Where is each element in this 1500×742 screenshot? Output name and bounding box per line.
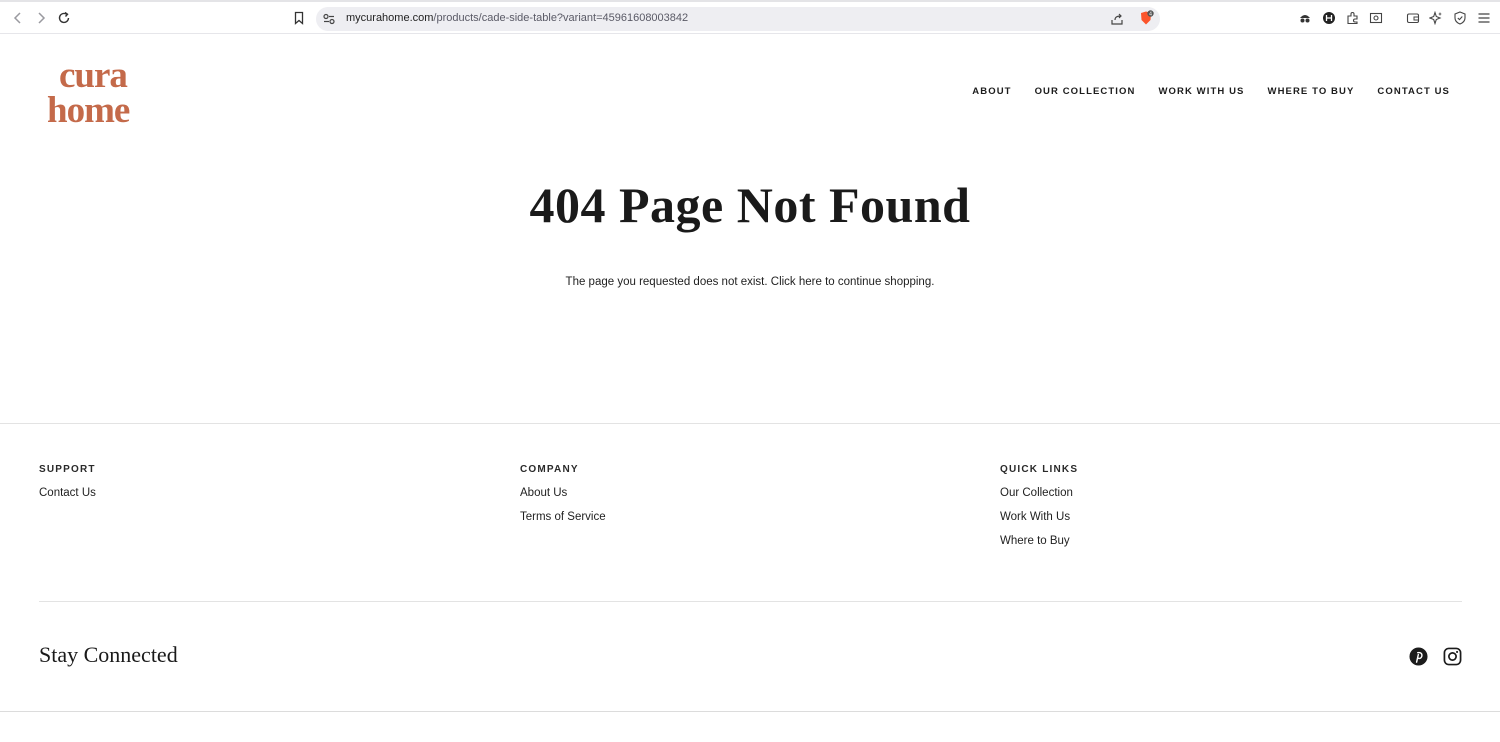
- footer-col-company: COMPANY About Us Terms of Service: [520, 464, 606, 535]
- site-settings-icon[interactable]: [322, 12, 336, 26]
- footer-col-support: SUPPORT Contact Us: [39, 464, 96, 511]
- url-text[interactable]: mycurahome.com/products/cade-side-table?…: [346, 12, 688, 24]
- nav-work-with-us[interactable]: WORK WITH US: [1158, 86, 1244, 97]
- footer-link-about-us[interactable]: About Us: [520, 487, 606, 499]
- error-message[interactable]: The page you requested does not exist. C…: [0, 276, 1500, 288]
- reload-icon[interactable]: [56, 10, 72, 26]
- extensions-icon[interactable]: [1346, 11, 1360, 25]
- footer-link-contact-us[interactable]: Contact Us: [39, 487, 96, 499]
- footer-link-terms[interactable]: Terms of Service: [520, 511, 606, 523]
- nav-where-to-buy[interactable]: WHERE TO BUY: [1268, 86, 1355, 97]
- footer-rule: [39, 601, 1462, 602]
- url-path: /products/cade-side-table?variant=459616…: [433, 12, 689, 24]
- svg-text:home: home: [47, 90, 130, 130]
- url-host: mycurahome.com: [346, 12, 434, 24]
- nav-contact-us[interactable]: CONTACT US: [1377, 86, 1450, 97]
- shields-badge: 4: [1149, 11, 1152, 17]
- footer-col-quick-links: QUICK LINKS Our Collection Work With Us …: [1000, 464, 1078, 559]
- bottom-divider: [0, 711, 1500, 712]
- pinterest-icon[interactable]: [1409, 647, 1428, 666]
- private-window-icon[interactable]: [1298, 11, 1312, 25]
- footer-heading: QUICK LINKS: [1000, 464, 1079, 475]
- footer-heading: COMPANY: [520, 464, 579, 475]
- footer-link-where-to-buy[interactable]: Where to Buy: [1000, 535, 1078, 547]
- bookmark-icon[interactable]: [291, 10, 307, 26]
- page-title: 404 Page Not Found: [529, 177, 971, 233]
- stay-connected-heading: Stay Connected: [39, 642, 178, 667]
- cura-home-logo[interactable]: cura home: [47, 52, 159, 131]
- main-nav: ABOUT OUR COLLECTION WORK WITH US WHERE …: [972, 86, 1450, 97]
- menu-icon[interactable]: [1477, 11, 1491, 25]
- back-icon[interactable]: [10, 10, 26, 26]
- footer-heading: SUPPORT: [39, 464, 96, 475]
- wallet-icon[interactable]: [1406, 11, 1420, 25]
- wallet-extension-icon[interactable]: [1322, 11, 1336, 25]
- address-bar[interactable]: mycurahome.com/products/cade-side-table?…: [316, 7, 1160, 31]
- forward-icon[interactable]: [33, 10, 49, 26]
- leo-ai-icon[interactable]: [1429, 11, 1443, 25]
- vpn-shield-icon[interactable]: [1453, 11, 1467, 25]
- instagram-icon[interactable]: [1443, 647, 1462, 666]
- logo-mark: cura home: [47, 55, 131, 131]
- brave-shields-icon[interactable]: 4: [1138, 10, 1154, 26]
- reader-mode-icon[interactable]: [1369, 11, 1383, 25]
- share-icon[interactable]: [1110, 12, 1124, 26]
- nav-our-collection[interactable]: OUR COLLECTION: [1035, 86, 1136, 97]
- footer-link-our-collection[interactable]: Our Collection: [1000, 487, 1078, 499]
- browser-toolbar: mycurahome.com/products/cade-side-table?…: [0, 0, 1500, 34]
- nav-about[interactable]: ABOUT: [972, 86, 1011, 97]
- footer-divider: [0, 423, 1500, 424]
- footer-link-work-with-us[interactable]: Work With Us: [1000, 511, 1078, 523]
